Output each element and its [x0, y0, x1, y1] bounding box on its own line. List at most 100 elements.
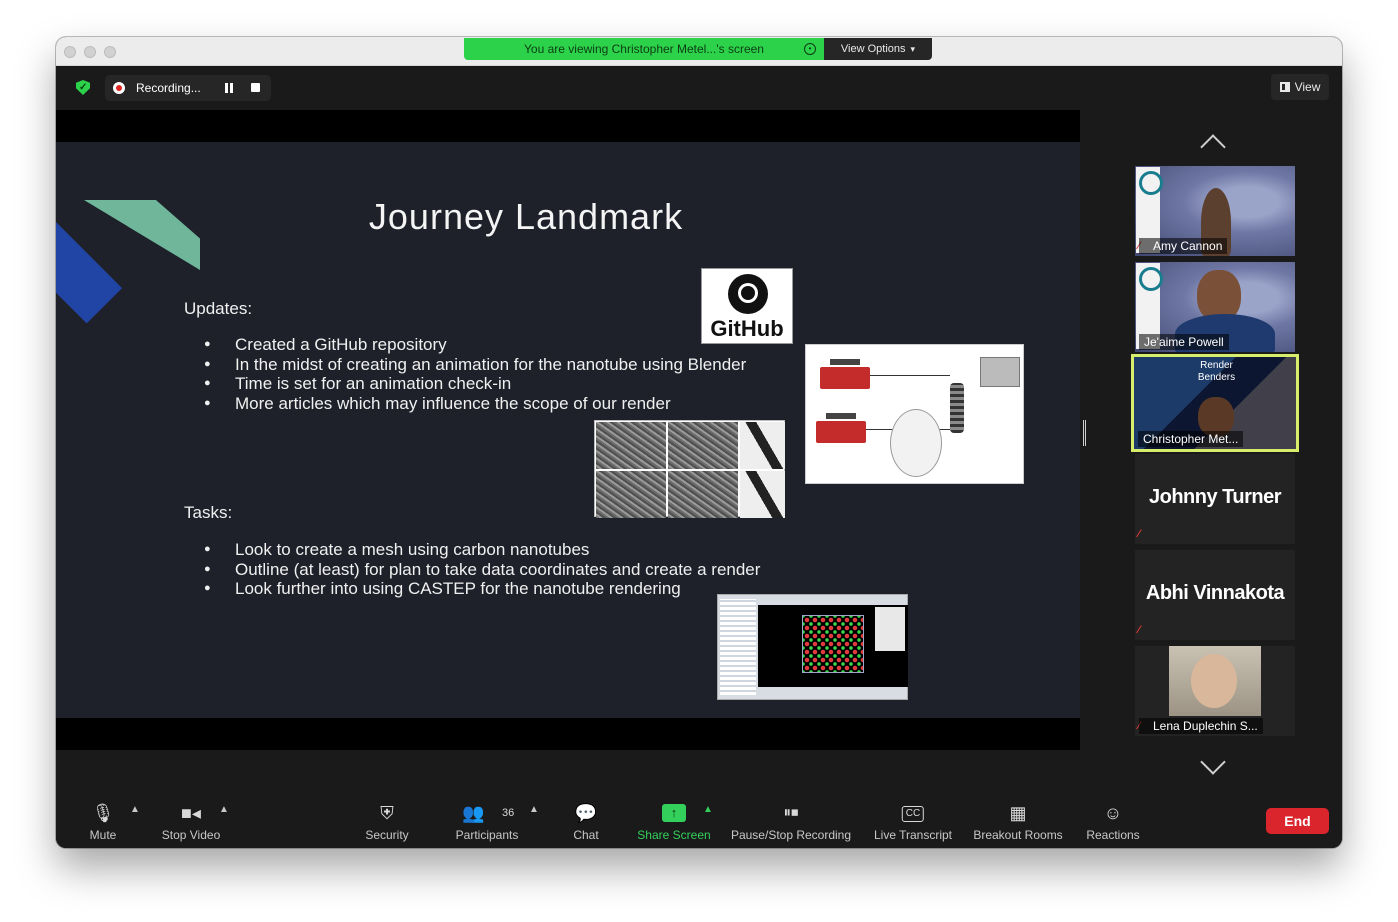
stop-recording-icon[interactable]: [251, 83, 260, 92]
view-button[interactable]: View: [1271, 74, 1329, 100]
microphone-icon: 🎙: [91, 803, 115, 823]
close-window-button[interactable]: [64, 46, 76, 58]
participant-tile[interactable]: Johnny Turner ⁄: [1135, 454, 1295, 544]
check-icon: ✓: [79, 82, 88, 93]
list-item: Time is set for an animation check-in: [204, 374, 746, 394]
participant-name: Je'aime Powell: [1139, 334, 1229, 350]
presentation-slide: Journey Landmark Updates: Created a GitH…: [56, 142, 1080, 718]
participants-icon: 👥: [462, 803, 485, 823]
github-logo-text: GitHub: [710, 316, 784, 341]
participant-name: Christopher Met...: [1138, 431, 1244, 447]
video-camera-icon: ■◂: [181, 803, 201, 823]
github-octocat-icon: [728, 274, 768, 314]
title-bar: You are viewing Christopher Metel...'s s…: [56, 37, 1342, 66]
power-supply: [980, 357, 1020, 387]
pause-stop-recording-label: Pause/Stop Recording: [730, 828, 852, 842]
reactions-button[interactable]: ☺ Reactions: [1082, 795, 1144, 848]
sem-panel: [740, 422, 785, 469]
participant-face: [1191, 654, 1237, 708]
maximize-window-button[interactable]: [104, 46, 116, 58]
participants-label: Participants: [455, 828, 519, 842]
microphone-muted-icon: ⁄: [1138, 528, 1140, 540]
updates-heading: Updates:: [184, 299, 253, 318]
stop-video-label: Stop Video: [161, 828, 221, 842]
recording-label: Recording...: [136, 81, 201, 95]
participant-tile[interactable]: Abhi Vinnakota ⁄: [1135, 550, 1295, 640]
share-screen-label: Share Screen: [637, 828, 711, 842]
participants-options-caret-icon[interactable]: ▲: [529, 804, 539, 815]
emoji-plus-icon: ☺: [1103, 803, 1123, 823]
scroll-up-chevron-icon[interactable]: [1196, 129, 1232, 147]
end-meeting-button[interactable]: End: [1266, 808, 1329, 834]
view-button-label: View: [1294, 80, 1321, 94]
view-options-button[interactable]: View Options ▾: [824, 38, 932, 60]
chevron-down-icon: ▾: [910, 43, 916, 54]
live-transcript-button[interactable]: CC Live Transcript: [868, 795, 958, 848]
video-options-caret-icon[interactable]: ▲: [219, 804, 229, 815]
scroll-down-chevron-icon[interactable]: [1196, 759, 1232, 777]
tasks-list: Look to create a mesh using carbon nanot…: [204, 540, 760, 599]
castep-dialog: [875, 607, 905, 651]
participant-name: Johnny Turner: [1148, 486, 1282, 508]
security-label: Security: [365, 828, 409, 842]
castep-screenshot-image: [717, 594, 908, 700]
mute-label: Mute: [89, 828, 117, 842]
view-options-label: View Options: [840, 43, 906, 55]
list-item: More articles which may influence the sc…: [204, 394, 746, 414]
breakout-rooms-label: Breakout Rooms: [973, 828, 1063, 842]
pause-stop-recording-button[interactable]: ⏸⏹ Pause/Stop Recording: [728, 795, 854, 848]
zoom-window: You are viewing Christopher Metel...'s s…: [56, 37, 1342, 848]
view-layout-icon: [1279, 82, 1290, 92]
collector-coil: [950, 383, 964, 433]
participant-name: Lena Duplechin S...: [1139, 718, 1263, 734]
participants-button[interactable]: 👥 36 Participants: [449, 795, 525, 848]
tube: [870, 375, 950, 376]
share-options-caret-icon[interactable]: ▲: [703, 804, 713, 815]
meeting-top-bar: ✓ Recording... View: [56, 66, 1342, 110]
reactions-label: Reactions: [1086, 828, 1140, 842]
github-logo: GitHub: [701, 268, 793, 344]
chat-button[interactable]: 💬 Chat: [562, 795, 610, 848]
closed-captions-icon: CC: [901, 806, 925, 822]
slide-title: Journey Landmark: [368, 196, 684, 237]
stop-video-button[interactable]: ■◂ Stop Video: [154, 795, 228, 848]
participant-count: 36: [502, 807, 515, 819]
participant-tile[interactable]: Je'aime Powell: [1135, 262, 1295, 352]
pause-recording-icon[interactable]: [224, 83, 234, 93]
panel-resize-handle[interactable]: [1083, 420, 1086, 446]
syringe-pump: [820, 359, 870, 389]
security-button[interactable]: ⛨ Security: [356, 795, 418, 848]
recording-dot-icon: [113, 82, 125, 94]
screen-share-banner-text: You are viewing Christopher Metel...'s s…: [524, 42, 764, 56]
tasks-heading: Tasks:: [184, 503, 233, 522]
magnified-view: [890, 409, 942, 477]
list-item: Look to create a mesh using carbon nanot…: [204, 540, 760, 560]
participant-tile[interactable]: ⁄ Amy Cannon: [1135, 166, 1295, 256]
breakout-rooms-button[interactable]: ▦ Breakout Rooms: [970, 795, 1066, 848]
crystal-lattice: [802, 615, 864, 673]
participant-name: Amy Cannon: [1139, 238, 1228, 254]
microphone-muted-icon: ⁄: [1138, 624, 1140, 636]
sem-panel: [740, 471, 785, 518]
updates-list: Created a GitHub repository In the midst…: [204, 335, 746, 413]
security-shield-icon: ⛨: [380, 803, 394, 823]
list-item: Look further into using CASTEP for the n…: [204, 579, 760, 599]
shared-screen: Journey Landmark Updates: Created a GitH…: [56, 110, 1080, 750]
mute-button[interactable]: 🎙 Mute: [78, 795, 128, 848]
audio-options-caret-icon[interactable]: ▲: [130, 804, 140, 815]
recording-indicator: Recording...: [105, 75, 271, 101]
pause-stop-recording-icon: ⏸⏹: [783, 804, 799, 821]
participant-tile[interactable]: ⁄ Lena Duplechin S...: [1135, 646, 1295, 736]
sem-panel: [596, 422, 666, 469]
participant-tile-active-speaker[interactable]: Render Benders Christopher Met...: [1131, 354, 1299, 452]
pause-share-icon[interactable]: •: [804, 43, 816, 55]
share-screen-button[interactable]: ↑ Share Screen: [634, 795, 714, 848]
chat-label: Chat: [573, 828, 599, 842]
list-item: Created a GitHub repository: [204, 335, 746, 355]
electrospinning-apparatus-image: [805, 344, 1024, 484]
minimize-window-button[interactable]: [84, 46, 96, 58]
background-text: Render Benders: [1197, 360, 1236, 383]
live-transcript-label: Live Transcript: [873, 828, 953, 842]
castep-sidebar: [720, 599, 756, 695]
syringe-pump: [816, 413, 866, 443]
